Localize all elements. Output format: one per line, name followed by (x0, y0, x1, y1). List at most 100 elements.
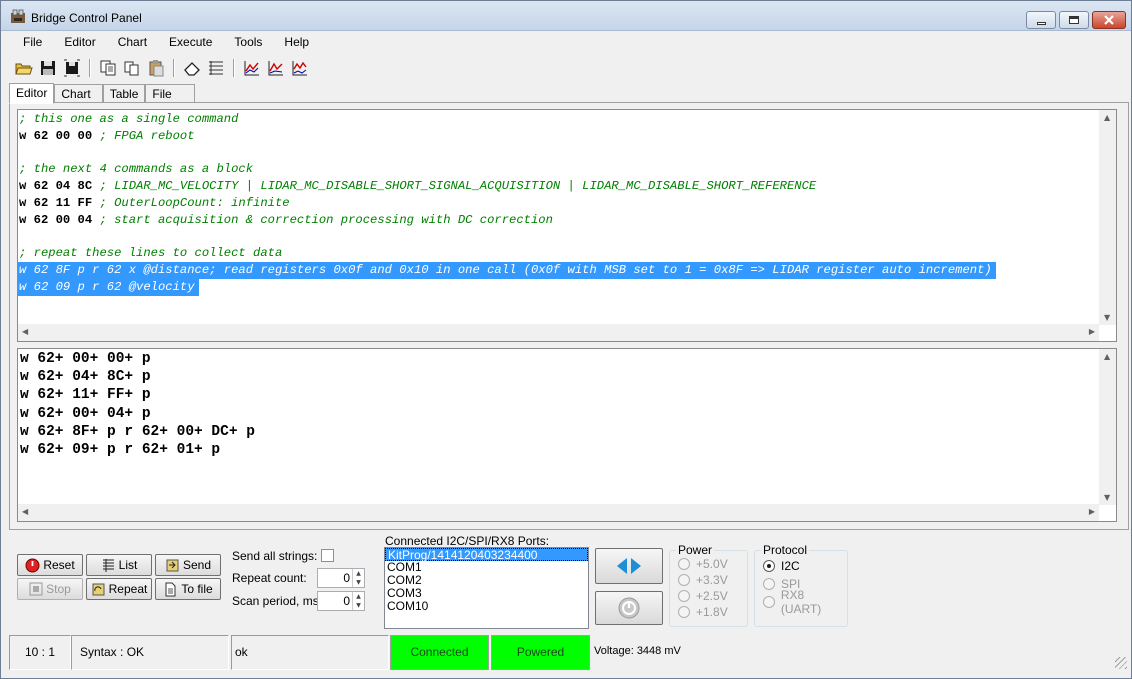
send-icon (166, 559, 179, 571)
command-comment: ; LIDAR_MC_VELOCITY | LIDAR_MC_DISABLE_S… (92, 179, 817, 194)
editor-selected-line: w 62 8F p r 62 x @distance; read registe… (18, 262, 996, 279)
tab-editor[interactable]: Editor (9, 83, 55, 104)
save-as-icon[interactable] (63, 59, 81, 77)
protocol-option-i2c[interactable]: I2C (763, 558, 800, 574)
output-line: w 62+ 00+ 00+ p (20, 351, 151, 367)
send-button[interactable]: Send (155, 554, 221, 576)
maximize-icon (1069, 16, 1079, 24)
tab-chart[interactable]: Chart (54, 84, 103, 103)
repeat-count-stepper[interactable]: 0 ▲ ▼ (317, 568, 365, 588)
radio-selected-icon (763, 560, 775, 572)
ports-list[interactable]: KitProg/1414120403234400 COM1 COM2 COM3 … (384, 547, 589, 629)
chart-multi-icon[interactable] (291, 59, 309, 77)
paste-icon[interactable] (147, 59, 165, 77)
scroll-right-icon[interactable]: ▶ (1089, 507, 1095, 516)
output-line: w 62+ 04+ 8C+ p (20, 369, 151, 386)
close-button[interactable] (1092, 11, 1126, 29)
output-line: w 62+ 8F+ p r 62+ 00+ DC+ p (20, 423, 255, 440)
open-folder-icon[interactable] (15, 59, 33, 77)
menu-editor[interactable]: Editor (50, 32, 103, 54)
protocol-option-rx8[interactable]: RX8 (UART) (763, 588, 847, 616)
menu-tools[interactable]: Tools (220, 32, 270, 54)
scroll-down-icon[interactable]: ▼ (1104, 493, 1110, 502)
radio-icon (678, 606, 690, 618)
minimize-button[interactable] (1026, 11, 1056, 29)
resize-grip-icon[interactable] (1115, 657, 1127, 669)
radio-icon (763, 578, 775, 590)
chart-icon[interactable] (243, 59, 261, 77)
scroll-right-icon[interactable]: ▶ (1089, 327, 1095, 336)
editor-command-line: w 62 11 FF ; OuterLoopCount: infinite (18, 195, 1116, 212)
power-option-3v3[interactable]: +3.3V (678, 572, 728, 588)
editor-command-line: w 62 04 8C ; LIDAR_MC_VELOCITY | LIDAR_M… (18, 178, 1116, 195)
list-button[interactable]: List (86, 554, 152, 576)
main-window: Bridge Control Panel File Editor Chart E… (0, 0, 1132, 679)
output-vertical-scrollbar[interactable]: ▲ ▼ (1099, 349, 1116, 505)
scan-period-stepper[interactable]: 0 ▲ ▼ (317, 591, 365, 611)
tab-file[interactable]: File (145, 84, 195, 103)
output-horizontal-scrollbar[interactable]: ◀ ▶ (18, 504, 1099, 521)
status-bar: 10 : 1 Syntax : OK ok Connected Powered … (9, 635, 1129, 671)
reset-button[interactable]: Reset (17, 554, 83, 576)
power-option-5v[interactable]: +5.0V (678, 556, 728, 572)
scroll-up-icon[interactable]: ▲ (1104, 113, 1110, 122)
radio-icon (763, 596, 775, 608)
maximize-button[interactable] (1059, 11, 1089, 29)
tab-table[interactable]: Table (102, 84, 146, 103)
tab-strip: Editor Chart Table File (9, 83, 195, 104)
stop-button[interactable]: Stop (17, 578, 83, 600)
chart-zoom-icon[interactable] (267, 59, 285, 77)
to-file-button[interactable]: To file (155, 578, 221, 600)
send-all-label: Send all strings: (232, 549, 318, 563)
ports-label: Connected I2C/SPI/RX8 Ports: (385, 534, 550, 548)
editor-content: ; this one as a single command w 62 00 00… (18, 110, 1116, 296)
scroll-up-icon[interactable]: ▲ (1104, 352, 1110, 361)
power-option-1v8[interactable]: +1.8V (678, 604, 728, 620)
scroll-left-icon[interactable]: ◀ (22, 327, 28, 336)
eraser-icon[interactable] (183, 59, 201, 77)
port-item[interactable]: COM10 (385, 600, 588, 613)
menu-chart[interactable]: Chart (104, 32, 155, 54)
editor-selected-row: w 62 8F p r 62 x @distance; read registe… (18, 262, 1116, 279)
power-group-title: Power (676, 543, 715, 557)
list-icon (102, 558, 114, 572)
command-text: w 62 11 FF (19, 195, 93, 210)
save-icon[interactable] (39, 59, 57, 77)
power-option-2v5[interactable]: +2.5V (678, 588, 728, 604)
editor-vertical-scrollbar[interactable]: ▲ ▼ (1099, 110, 1116, 325)
repeat-count-spin-icon[interactable]: ▲ ▼ (352, 569, 364, 587)
command-text: w 62 00 00 (19, 128, 93, 143)
window-title: Bridge Control Panel (31, 11, 142, 25)
toolbar-separator (173, 59, 175, 77)
power-group: Power +5.0V +3.3V +2.5V +1.8V (669, 543, 748, 627)
send-all-checkbox[interactable] (321, 549, 334, 562)
radio-icon (678, 558, 690, 570)
scroll-left-icon[interactable]: ◀ (22, 507, 28, 516)
editor-comment-line: ; repeat these lines to collect data (19, 246, 283, 261)
power-toggle-button[interactable] (595, 591, 663, 625)
stop-label: Stop (46, 582, 71, 596)
output-line: w 62+ 00+ 04+ p (20, 405, 151, 422)
command-comment: ; start acquisition & correction process… (92, 212, 553, 227)
menu-bar: File Editor Chart Execute Tools Help (9, 32, 1125, 54)
radio-icon (678, 590, 690, 602)
repeat-button[interactable]: Repeat (86, 578, 152, 600)
title-bar: Bridge Control Panel (1, 1, 1131, 31)
radio-icon (678, 574, 690, 586)
menu-execute[interactable]: Execute (155, 32, 220, 54)
menu-file[interactable]: File (9, 32, 50, 54)
connect-button[interactable] (595, 548, 663, 584)
app-icon (10, 9, 26, 25)
editor-comment-line: ; this one as a single command (19, 112, 239, 126)
editor-command-line: w 62 00 04 ; start acquisition & correct… (18, 212, 1116, 229)
scroll-down-icon[interactable]: ▼ (1104, 313, 1110, 322)
output-log[interactable]: w 62+ 00+ 00+ p w 62+ 04+ 8C+ pw 62+ 11+ … (17, 348, 1117, 522)
cut-icon[interactable] (123, 59, 141, 77)
list-icon[interactable] (207, 59, 225, 77)
script-editor[interactable]: ; this one as a single command w 62 00 00… (17, 109, 1117, 342)
copy-icon[interactable] (99, 59, 117, 77)
editor-horizontal-scrollbar[interactable]: ◀ ▶ (18, 324, 1099, 341)
scan-period-label: Scan period, ms: (232, 594, 323, 608)
menu-help[interactable]: Help (270, 32, 317, 54)
scan-period-spin-icon[interactable]: ▲ ▼ (352, 592, 364, 610)
